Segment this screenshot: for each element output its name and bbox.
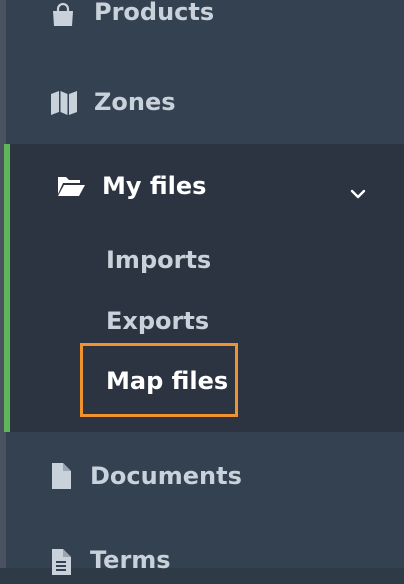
- sidebar-item-label: My files: [102, 172, 207, 200]
- sidebar-item-label: Terms: [90, 546, 171, 574]
- sidebar-item-label: Documents: [90, 462, 242, 490]
- sidebar-subitem-imports[interactable]: Imports: [106, 246, 211, 274]
- map-icon: [50, 90, 78, 116]
- sidebar-subitem-exports[interactable]: Exports: [106, 307, 209, 335]
- sidebar-item-zones[interactable]: Zones: [6, 80, 404, 124]
- sidebar-item-documents[interactable]: Documents: [6, 452, 404, 498]
- file-text-icon: [50, 548, 72, 576]
- file-icon: [50, 462, 72, 490]
- sidebar-item-label: Zones: [94, 88, 176, 116]
- sidebar-group-my-files: My files Imports Exports Map files: [4, 144, 404, 432]
- folder-open-icon: [56, 174, 86, 204]
- chevron-down-icon[interactable]: [350, 178, 366, 206]
- sidebar-nav: Products Zones My files Imports Exports …: [4, 0, 404, 575]
- sidebar-item-products[interactable]: Products: [6, 0, 404, 38]
- sidebar-item-terms[interactable]: Terms: [6, 538, 404, 584]
- sidebar-subitem-map-files[interactable]: Map files: [106, 367, 228, 395]
- sidebar-item-my-files[interactable]: My files: [6, 164, 404, 212]
- sidebar-item-label: Products: [94, 0, 215, 26]
- shopping-bag-icon: [50, 2, 76, 28]
